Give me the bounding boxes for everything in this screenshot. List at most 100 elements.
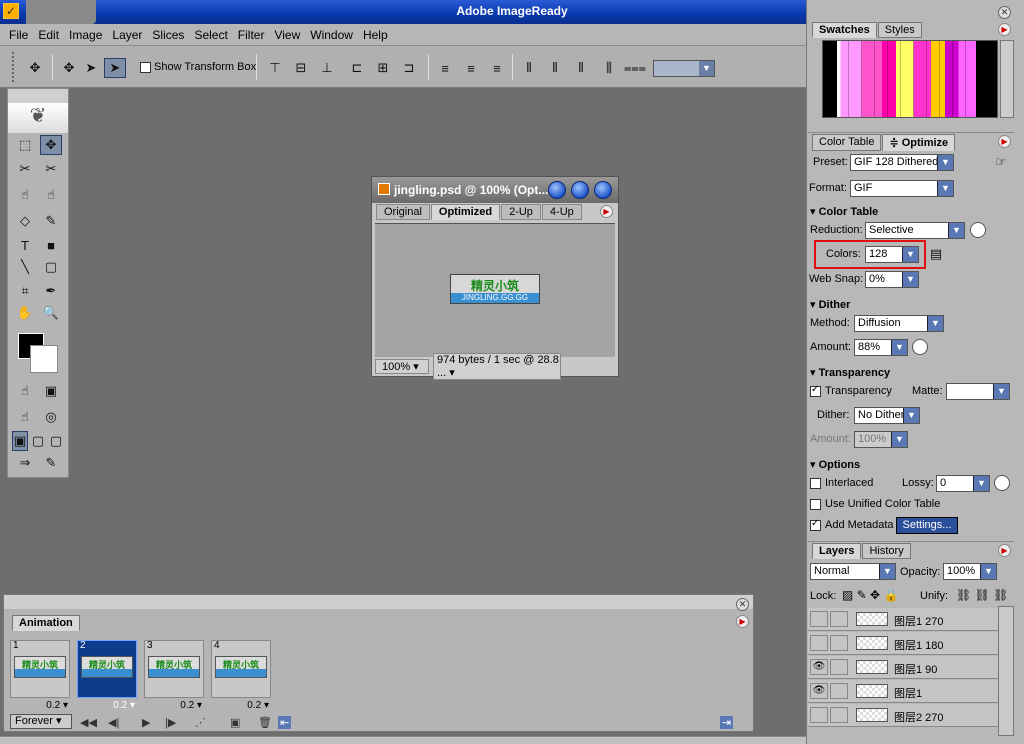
interlaced-checkbox[interactable]: Interlaced (810, 477, 873, 489)
distribute-bottom-icon[interactable]: ≡ (486, 58, 508, 78)
eraser-tool-icon[interactable]: ◇ (14, 211, 36, 231)
background-color[interactable] (30, 345, 58, 373)
match-height-icon[interactable]: ⩶ (624, 58, 646, 78)
unify-icons[interactable]: ⛓ ⛓ ⛓ (956, 588, 1008, 602)
transparency-dither-select[interactable]: No Dither ▼ (854, 407, 920, 424)
eye-icon[interactable]: 👁 (810, 683, 828, 699)
layers-scrollbar[interactable] (998, 606, 1014, 736)
document-menu-arrow-icon[interactable]: ▶ (600, 205, 613, 218)
play-icon[interactable]: ▶ (142, 716, 150, 729)
screen-mode-full-icon[interactable]: ▢ (48, 431, 64, 451)
jump-to-end-icon[interactable]: ⇥ (720, 716, 734, 729)
align-center-icon[interactable]: ⊞ (372, 58, 394, 78)
type-tool-icon[interactable]: T (14, 235, 36, 255)
lossy-link-icon[interactable] (994, 475, 1010, 491)
maximize-button[interactable] (571, 181, 589, 199)
unified-color-table-checkbox[interactable]: Use Unified Color Table (810, 498, 940, 510)
tab-layers[interactable]: Layers (812, 543, 862, 559)
trash-icon[interactable]: 🗑 (258, 716, 272, 729)
menu-edit[interactable]: Edit (33, 28, 64, 42)
options-section[interactable]: ▾ Options (810, 458, 860, 471)
hand-slice-icon[interactable]: ☝ (14, 185, 36, 205)
tab-styles[interactable]: Styles (877, 22, 922, 38)
toggle-slices-icon[interactable]: ☝ (14, 381, 36, 401)
match-width-icon[interactable]: ⫼ (598, 58, 620, 78)
line-tool-icon[interactable]: ╲ (14, 257, 36, 277)
optimize-info[interactable]: 974 bytes / 1 sec @ 28.8 ... ▾ (433, 353, 561, 380)
document-titlebar[interactable]: jingling.psd @ 100% (Opt... (372, 177, 618, 203)
menu-file[interactable]: File (4, 28, 33, 42)
colors-select[interactable]: 128 ▼ (865, 246, 919, 263)
distribute-middle-icon[interactable]: ≡ (460, 58, 482, 78)
hand-tool-icon[interactable]: ✋ (14, 303, 36, 323)
layer-row[interactable]: 👁 图层1 (808, 680, 998, 703)
brush-tool-icon[interactable]: ✎ (40, 211, 62, 231)
swatch-grid[interactable] (822, 40, 998, 118)
align-middle-icon[interactable]: ⊟ (290, 58, 312, 78)
slice-tool-icon[interactable]: ✂ (14, 159, 36, 179)
frame-delay[interactable]: 0.2 ▾ (46, 700, 68, 711)
dither-section[interactable]: ▾ Dither (810, 298, 850, 311)
tab-optimize[interactable]: ≑ Optimize (882, 134, 956, 151)
move-select-icon[interactable]: ✥ (58, 58, 80, 78)
menu-layer[interactable]: Layer (107, 28, 147, 42)
jump-to-photoshop-icon[interactable]: ⇒ (14, 453, 36, 473)
eye-icon[interactable]: 👁 (810, 659, 828, 675)
distribute-right-icon[interactable]: ⫴ (570, 58, 592, 78)
tab-original[interactable]: Original (376, 204, 430, 220)
amount-link-icon[interactable] (912, 339, 928, 355)
color-table-section[interactable]: ▾ Color Table (810, 205, 878, 218)
align-bottom-icon[interactable]: ⊥ (316, 58, 338, 78)
move-tool-icon[interactable]: ✥ (40, 135, 62, 155)
screen-mode-standard-icon[interactable]: ▣ (12, 431, 28, 451)
color-table-icon[interactable]: ▤ (928, 246, 944, 262)
tab-color-table[interactable]: Color Table (812, 134, 882, 151)
menu-view[interactable]: View (269, 28, 305, 42)
transparency-section[interactable]: ▾ Transparency (810, 366, 890, 379)
tab-2up[interactable]: 2-Up (501, 204, 541, 220)
browser-preview-icon[interactable]: ◎ (40, 407, 62, 427)
visibility-toggle[interactable] (810, 635, 828, 651)
tab-optimized[interactable]: Optimized (430, 204, 501, 220)
frame-delay[interactable]: 0.2 ▾ (180, 700, 202, 711)
menu-help[interactable]: Help (358, 28, 393, 42)
layer-row[interactable]: 图层2 270 (808, 704, 998, 727)
layer-row[interactable]: 图层1 180 (808, 632, 998, 655)
crop-tool-icon[interactable]: ⌗ (14, 281, 36, 301)
duplicate-frame-icon[interactable]: ▣ (230, 716, 240, 729)
close-button[interactable] (594, 181, 612, 199)
align-right-icon[interactable]: ⊐ (398, 58, 420, 78)
close-icon[interactable]: ✕ (998, 6, 1011, 19)
animation-frame[interactable]: 3 精灵小筑 0.2 ▾ (144, 636, 206, 718)
toolbox-header[interactable] (8, 89, 68, 103)
transparency-checkbox[interactable]: Transparency (810, 384, 892, 397)
tween-icon[interactable]: ⋰ (195, 716, 206, 729)
arrow-icon[interactable]: ➤ (80, 58, 102, 78)
settings-button[interactable]: Settings... (896, 517, 958, 534)
loop-select[interactable]: Forever ▾ (10, 714, 72, 729)
animation-header[interactable] (4, 595, 753, 609)
tab-4up[interactable]: 4-Up (541, 204, 582, 220)
next-frame-icon[interactable]: |▶ (165, 716, 176, 729)
options-dropdown[interactable]: ▼ (653, 60, 715, 77)
previous-frame-icon[interactable]: ◀| (108, 716, 119, 729)
menu-window[interactable]: Window (305, 28, 358, 42)
tab-swatches[interactable]: Swatches (812, 22, 877, 38)
zoom-tool-icon[interactable]: 🔍 (40, 303, 62, 323)
rollover-preview-icon[interactable]: ☝ (14, 407, 36, 427)
opacity-select[interactable]: 100% ▼ (943, 563, 997, 580)
document-canvas[interactable]: 精灵小筑 JINGLING.GG.GG (375, 223, 615, 357)
blend-mode-select[interactable]: Normal ▼ (810, 563, 896, 580)
options-grip[interactable] (12, 52, 16, 82)
animation-menu-icon[interactable]: ▶ (736, 615, 749, 628)
hand-imagemap-icon[interactable]: ☝ (40, 185, 62, 205)
lossy-select[interactable]: 0 ▼ (936, 475, 990, 492)
screen-mode-full-menu-icon[interactable]: ▢ (30, 431, 46, 451)
edit-in-icon[interactable]: ✎ (40, 453, 62, 473)
show-transform-checkbox[interactable] (140, 62, 151, 73)
move-tool-icon[interactable]: ✥ (24, 58, 46, 78)
swatches-scrollbar[interactable] (1000, 40, 1014, 118)
visibility-toggle[interactable] (810, 707, 828, 723)
eyedropper-tool-icon[interactable]: ✒ (40, 281, 62, 301)
slice-select-tool-icon[interactable]: ✂ (40, 159, 62, 179)
